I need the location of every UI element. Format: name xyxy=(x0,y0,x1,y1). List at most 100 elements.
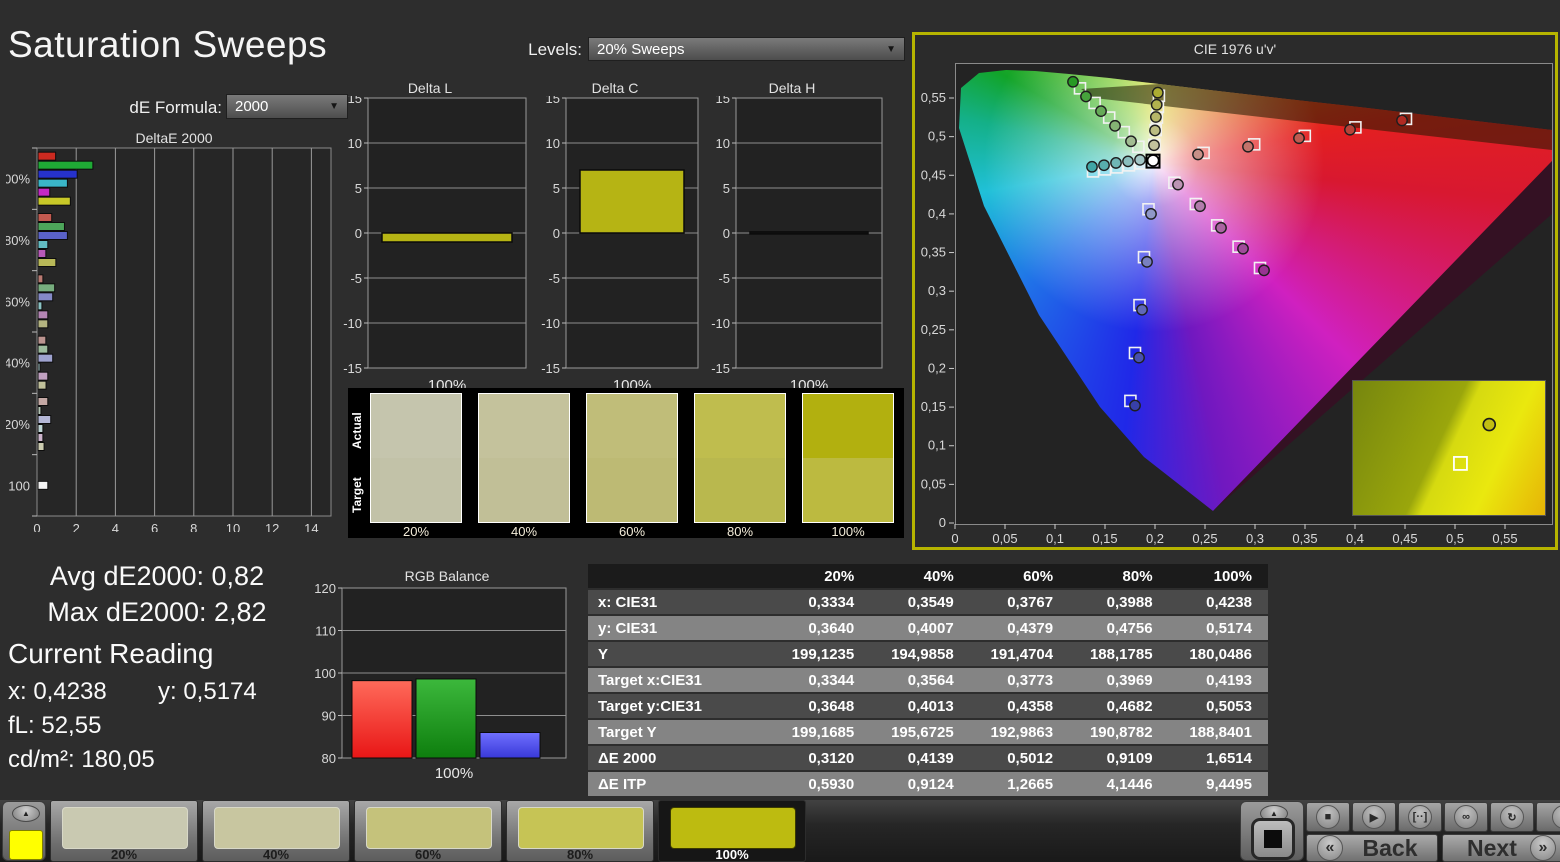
reading-x: x: 0,4238 xyxy=(8,678,158,706)
back-label: Back xyxy=(1363,835,1418,862)
patch-swatch xyxy=(670,807,796,849)
svg-text:0,1: 0,1 xyxy=(1046,531,1064,546)
table-cell: 0,4682 xyxy=(1069,694,1168,718)
row-label: Y xyxy=(588,642,771,666)
de-stats: Avg dE2000: 0,82 Max dE2000: 2,82 xyxy=(12,558,302,630)
patch-button-100%[interactable]: 100% xyxy=(658,800,806,862)
max-de2000: Max dE2000: 2,82 xyxy=(12,594,302,630)
swatch-label: 20% xyxy=(370,524,462,539)
play-icon: ▶ xyxy=(1362,805,1386,829)
row-label: Target Y xyxy=(588,720,771,744)
table-row: Target x:CIE310,33440,35640,37730,39690,… xyxy=(588,668,1268,692)
range-button[interactable]: [··] xyxy=(1398,802,1442,832)
column-header: 40% xyxy=(870,564,969,588)
table-cell: 1,2665 xyxy=(970,772,1069,796)
svg-text:0,25: 0,25 xyxy=(921,322,946,337)
svg-text:-5: -5 xyxy=(718,271,730,286)
svg-text:0,15: 0,15 xyxy=(1092,531,1117,546)
swatch-label: 60% xyxy=(586,524,678,539)
svg-text:6: 6 xyxy=(151,521,158,532)
actual-swatch xyxy=(371,394,461,458)
delta-l-chart: Delta L-15-10-5051015100% xyxy=(330,80,530,396)
svg-text:15: 15 xyxy=(546,96,560,106)
patch-button-label: 60% xyxy=(355,847,501,862)
table-cell: 0,3773 xyxy=(970,668,1069,692)
stop-button[interactable]: ■ xyxy=(1306,802,1350,832)
next-button[interactable]: Next » xyxy=(1442,834,1560,862)
actual-axis-label: Actual xyxy=(350,400,364,462)
svg-text:80%: 80% xyxy=(6,233,30,248)
refresh-button[interactable]: ↻ xyxy=(1490,802,1534,832)
table-cell: 0,5053 xyxy=(1169,694,1268,718)
svg-text:0: 0 xyxy=(939,515,946,530)
rgb-balance-chart: RGB Balance8090100110120100% xyxy=(314,568,580,786)
svg-text:0,25: 0,25 xyxy=(1192,531,1217,546)
table-cell: 192,9863 xyxy=(970,720,1069,744)
svg-text:0,5: 0,5 xyxy=(928,129,946,144)
svg-text:0: 0 xyxy=(33,521,40,532)
levels-select[interactable]: 20% Sweeps ▼ xyxy=(588,37,905,61)
rgb-bar-blue xyxy=(480,733,540,759)
table-cell: 199,1685 xyxy=(771,720,870,744)
svg-text:-15: -15 xyxy=(541,361,560,376)
table-cell: 188,8401 xyxy=(1169,720,1268,744)
svg-text:60%: 60% xyxy=(6,294,30,309)
svg-text:-10: -10 xyxy=(711,316,730,331)
svg-text:-10: -10 xyxy=(541,316,560,331)
pattern-window-button[interactable] xyxy=(1251,818,1295,860)
table-row: Y199,1235194,9858191,4704188,1785180,048… xyxy=(588,642,1268,666)
svg-text:40%: 40% xyxy=(6,356,30,371)
table-header-row: 20%40%60%80%100% xyxy=(588,564,1268,588)
target-swatch xyxy=(587,458,677,522)
table-cell: 4,1446 xyxy=(1069,772,1168,796)
row-label: y: CIE31 xyxy=(588,616,771,640)
play-button[interactable]: ▶ xyxy=(1352,802,1396,832)
patch-button-40%[interactable]: 40% xyxy=(202,800,350,862)
patch-button-label: 20% xyxy=(51,847,197,862)
row-label: ΔE ITP xyxy=(588,772,771,796)
svg-text:0,35: 0,35 xyxy=(1292,531,1317,546)
patch-swatch xyxy=(366,807,492,849)
svg-text:110: 110 xyxy=(315,624,336,639)
delta_c-chart-title: Delta C xyxy=(528,80,702,96)
avg-de2000: Avg dE2000: 0,82 xyxy=(12,558,302,594)
patch-swatch xyxy=(518,807,644,849)
blank-button[interactable] xyxy=(1536,802,1560,832)
current-patch-swatch xyxy=(9,830,43,860)
back-button[interactable]: « Back xyxy=(1306,834,1438,862)
up-arrow-icon: ▲ xyxy=(22,809,30,818)
table-cell: 0,4013 xyxy=(870,694,969,718)
table-cell: 0,5930 xyxy=(771,772,870,796)
reading-cdm2: cd/m²: 180,05 xyxy=(8,746,257,774)
patch-button-60%[interactable]: 60% xyxy=(354,800,502,862)
deltae2000-plot: 02468101214100%80%60%40%20%100 xyxy=(6,146,342,532)
svg-text:10: 10 xyxy=(546,136,560,151)
table-cell: 0,3344 xyxy=(771,668,870,692)
svg-text:15: 15 xyxy=(348,96,362,106)
measurement-table-grid: 20%40%60%80%100%x: CIE310,33340,35490,37… xyxy=(588,562,1268,798)
actual-target-swatch xyxy=(370,393,462,523)
current-reading-title: Current Reading xyxy=(8,638,257,670)
svg-text:0,1: 0,1 xyxy=(928,438,946,453)
swatch-label: 40% xyxy=(478,524,570,539)
table-row: ΔE 20000,31200,41390,50120,91091,6514 xyxy=(588,746,1268,770)
svg-text:80: 80 xyxy=(322,751,336,766)
table-cell: 0,9109 xyxy=(1069,746,1168,770)
cie-zoom-inset xyxy=(1352,380,1546,516)
svg-text:120: 120 xyxy=(314,584,336,596)
swatch-label: 100% xyxy=(802,524,894,539)
collapse-up-button[interactable]: ▲ xyxy=(12,805,40,822)
infinity-button[interactable]: ∞ xyxy=(1444,802,1488,832)
target-swatch xyxy=(803,458,893,522)
svg-text:14: 14 xyxy=(304,521,318,532)
patch-button-20%[interactable]: 20% xyxy=(50,800,198,862)
back-arrow-icon: « xyxy=(1317,835,1343,861)
actual-swatch xyxy=(479,394,569,458)
swatch-column: 40% xyxy=(478,393,570,539)
patch-button-80%[interactable]: 80% xyxy=(506,800,654,862)
svg-text:-5: -5 xyxy=(548,271,560,286)
refresh-icon: ↻ xyxy=(1500,805,1524,829)
svg-text:0,45: 0,45 xyxy=(921,167,946,182)
patch-swatch xyxy=(214,807,340,849)
table-row: ΔE ITP0,59300,91241,26654,14469,4495 xyxy=(588,772,1268,796)
